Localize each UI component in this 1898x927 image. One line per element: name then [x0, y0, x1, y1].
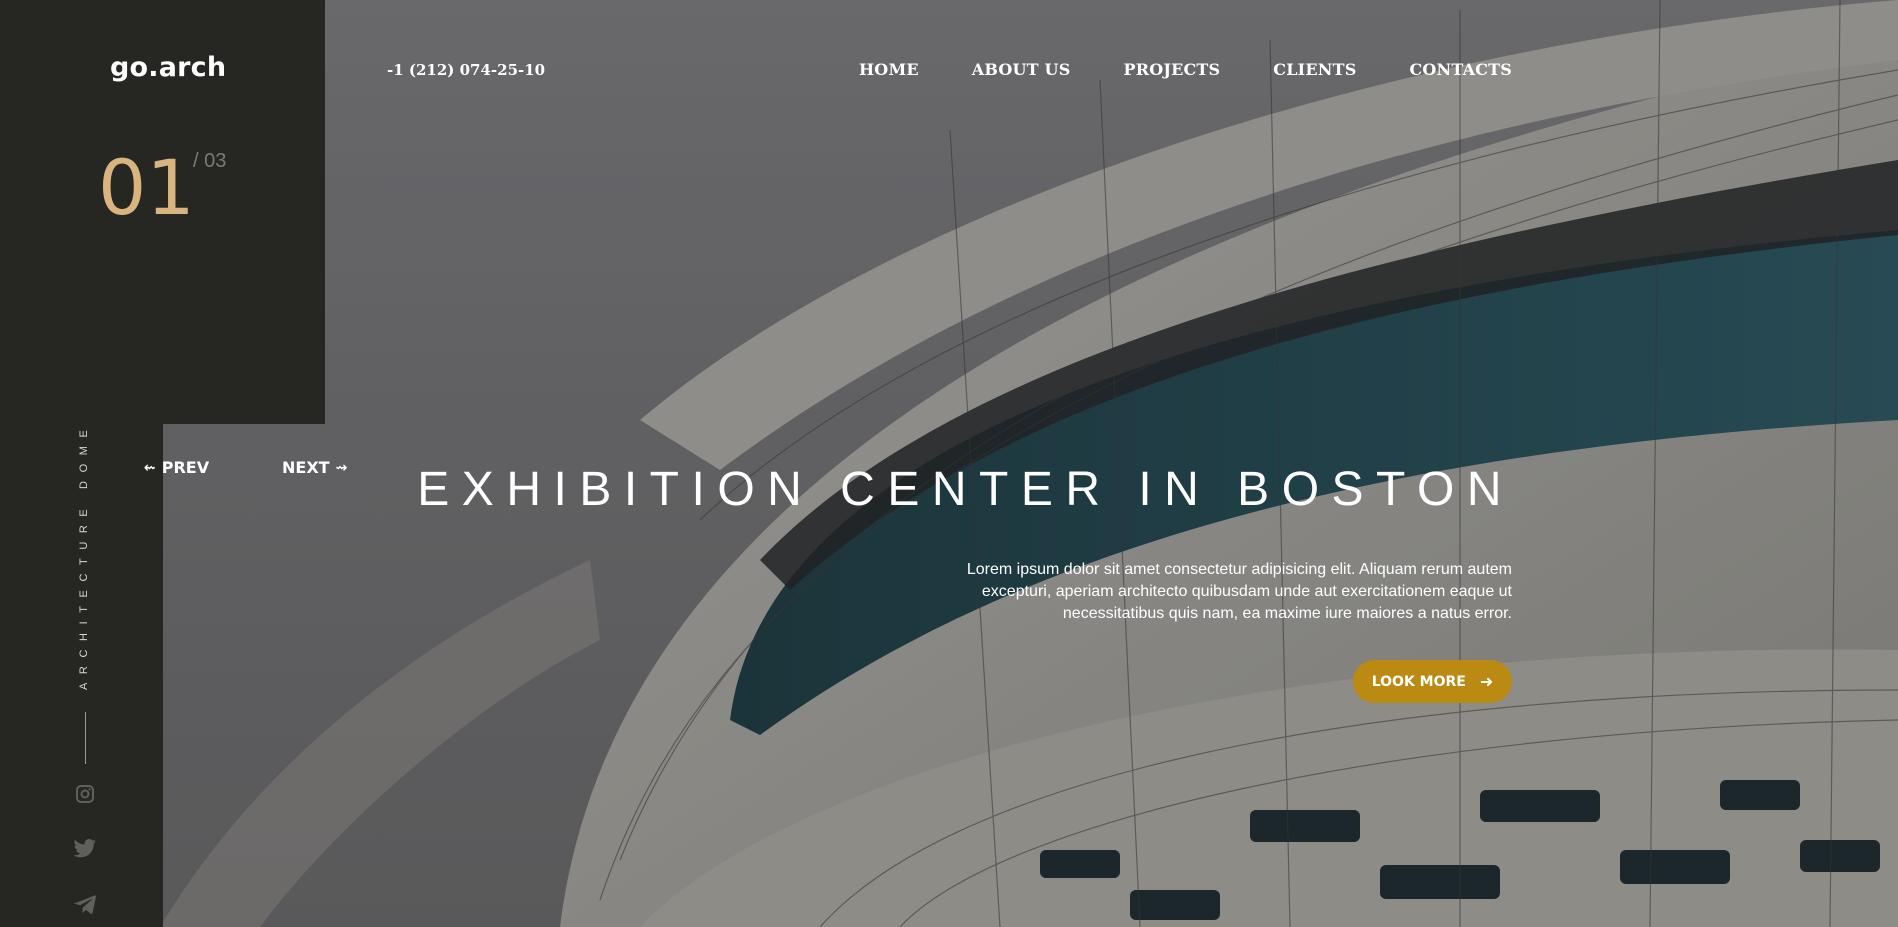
slide-counter-total: / 03 [193, 150, 227, 172]
prev-label: PREV [161, 458, 210, 477]
twitter-icon[interactable] [72, 836, 98, 862]
nav-about-us[interactable]: ABOUT US [972, 60, 1071, 79]
instagram-icon[interactable] [72, 781, 98, 807]
site-logo[interactable]: go.arch [110, 52, 226, 83]
telegram-icon[interactable] [72, 891, 98, 917]
next-label: NEXT [282, 458, 330, 477]
nav-projects[interactable]: PROJECTS [1123, 60, 1220, 79]
nav-clients[interactable]: CLIENTS [1273, 60, 1356, 79]
slide-category-label: ARCHITECTURE DOME [78, 421, 90, 690]
slide-counter-current: 01 [98, 143, 195, 232]
look-more-button[interactable]: LOOK MORE ➜ [1353, 660, 1512, 703]
look-more-label: LOOK MORE [1371, 673, 1466, 690]
prev-slide-button[interactable]: ⇜ PREV [144, 458, 209, 477]
hero-description: Lorem ipsum dolor sit amet consectetur a… [966, 561, 1512, 622]
arrow-right-icon: ➜ [1479, 672, 1494, 691]
hero-title: EXHIBITION CENTER IN BOSTON [417, 463, 1514, 517]
divider-line [85, 712, 86, 764]
main-nav: HOME ABOUT US PROJECTS CLIENTS CONTACTS [859, 60, 1512, 79]
nav-home[interactable]: HOME [859, 60, 919, 79]
nav-contacts[interactable]: CONTACTS [1409, 60, 1512, 79]
arrow-right-icon: ⇝ [335, 459, 348, 476]
phone-number[interactable]: -1 (212) 074-25-10 [387, 61, 545, 79]
next-slide-button[interactable]: NEXT ⇝ [282, 458, 347, 477]
arrow-left-icon: ⇜ [144, 459, 156, 476]
